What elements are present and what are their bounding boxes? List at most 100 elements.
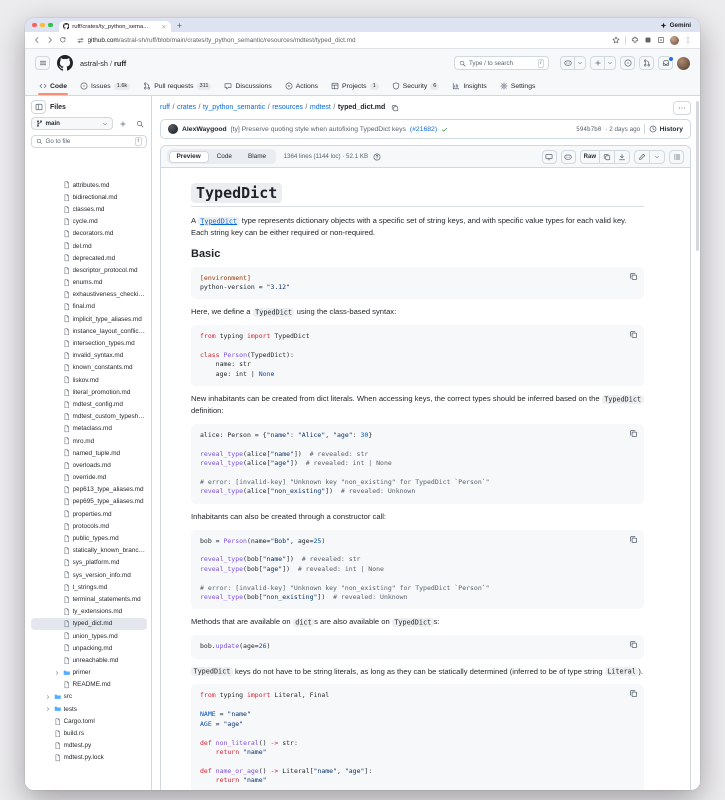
create-new-dropdown[interactable]	[605, 56, 616, 70]
file-tree-item[interactable]: mdtest_config.md	[31, 398, 147, 410]
extension-icon[interactable]	[657, 36, 665, 44]
file-tree-folder[interactable]: src	[31, 691, 147, 703]
forward-button[interactable]	[46, 36, 54, 44]
create-new-button[interactable]	[590, 56, 605, 70]
file-tree-item[interactable]: overloads.md	[31, 459, 147, 471]
file-tree-item[interactable]: literal_promotion.md	[31, 386, 147, 398]
gemini-button[interactable]: Gemini	[660, 22, 691, 29]
your-pull-requests-button[interactable]	[639, 56, 654, 70]
file-tree-item[interactable]: t_strings.md	[31, 581, 147, 593]
add-file-button[interactable]	[116, 117, 130, 130]
display-settings-button[interactable]	[542, 150, 557, 164]
address-bar[interactable]: github.com/astral-sh/ruff/blob/main/crat…	[72, 34, 608, 46]
file-tree-item[interactable]: final.md	[31, 301, 147, 313]
browser-profile-avatar[interactable]	[670, 36, 679, 45]
copy-file-button[interactable]	[600, 150, 615, 164]
search-this-repo-button[interactable]	[133, 117, 147, 130]
browser-menu-icon[interactable]	[684, 36, 692, 44]
file-tree-item[interactable]: pep613_type_aliases.md	[31, 484, 147, 496]
file-tree-item[interactable]: mdtest.py	[31, 740, 147, 752]
file-tree-item[interactable]: mdtest_custom_typeshed.md	[31, 411, 147, 423]
raw-button[interactable]: Raw	[580, 150, 600, 164]
nav-tab-issues[interactable]: Issues1.6k	[74, 77, 136, 95]
tab-close-icon[interactable]	[161, 24, 167, 30]
repo-owner-link[interactable]: astral-sh	[80, 59, 108, 68]
browser-tab[interactable]: ruff/crates/ty_python_sema...	[59, 21, 171, 32]
breadcrumb-link[interactable]: ty_python_semantic	[203, 104, 265, 111]
nav-tab-settings[interactable]: Settings	[494, 77, 542, 95]
outline-button[interactable]	[669, 150, 684, 164]
back-button[interactable]	[33, 36, 41, 44]
extension-icon[interactable]	[644, 36, 652, 44]
repo-name-link[interactable]: ruff	[114, 59, 126, 68]
branch-selector[interactable]: main	[31, 117, 113, 130]
file-tree-item[interactable]: implicit_type_aliases.md	[31, 313, 147, 325]
file-tree-item[interactable]: decorators.md	[31, 228, 147, 240]
file-tree-item[interactable]: protocols.md	[31, 520, 147, 532]
download-button[interactable]	[615, 150, 630, 164]
copy-code-icon[interactable]	[629, 272, 638, 281]
page-scrollbar[interactable]	[694, 96, 700, 790]
commit-message[interactable]: [ty] Preserve quoting style when autofix…	[231, 126, 406, 133]
global-search-input[interactable]: Type / to search /	[454, 56, 549, 70]
file-tree-item[interactable]: metaclass.md	[31, 423, 147, 435]
tab-preview[interactable]: Preview	[169, 151, 209, 163]
history-button[interactable]: History	[649, 125, 683, 133]
file-tree-item[interactable]: ty_extensions.md	[31, 606, 147, 618]
file-tree-item[interactable]: unpacking.md	[31, 642, 147, 654]
scrollbar-thumb[interactable]	[696, 101, 700, 251]
file-tree-item[interactable]: statically_known_branches.md	[31, 545, 147, 557]
go-to-file-input[interactable]: Go to file t	[31, 135, 147, 148]
file-tree-item[interactable]: enums.md	[31, 277, 147, 289]
author-avatar[interactable]	[168, 124, 178, 134]
file-tree-item[interactable]: override.md	[31, 472, 147, 484]
reload-button[interactable]	[59, 36, 67, 44]
new-tab-button[interactable]	[176, 22, 183, 29]
copy-code-icon[interactable]	[629, 535, 638, 544]
bookmark-star-icon[interactable]	[612, 36, 620, 44]
copy-code-icon[interactable]	[629, 689, 638, 698]
copy-code-icon[interactable]	[629, 330, 638, 339]
nav-tab-pull-requests[interactable]: Pull requests311	[137, 77, 217, 95]
file-tree-item[interactable]: union_types.md	[31, 630, 147, 642]
file-tree-folder[interactable]: tests	[31, 703, 147, 715]
breadcrumb-link[interactable]: crates	[177, 104, 196, 111]
commit-author[interactable]: AlexWaygood	[182, 126, 227, 133]
file-tree-item[interactable]: properties.md	[31, 508, 147, 520]
tab-code[interactable]: Code	[209, 151, 240, 163]
file-tree-item[interactable]: intersection_types.md	[31, 337, 147, 349]
nav-tab-discussions[interactable]: Discussions	[218, 77, 277, 95]
file-tree-item[interactable]: Cargo.toml	[31, 715, 147, 727]
file-tree-item-current[interactable]: typed_dict.md	[31, 618, 147, 630]
nav-tab-insights[interactable]: Insights	[446, 77, 492, 95]
open-with-copilot-button[interactable]	[561, 150, 576, 164]
inline-code-link[interactable]: TypedDict	[198, 217, 240, 226]
copy-code-icon[interactable]	[629, 429, 638, 438]
file-tree-item[interactable]: invalid_syntax.md	[31, 350, 147, 362]
breadcrumb-link[interactable]: resources	[272, 104, 303, 111]
file-tree-item[interactable]: del.md	[31, 240, 147, 252]
file-tree-item[interactable]: build.rs	[31, 727, 147, 739]
minimize-window-button[interactable]	[40, 23, 45, 28]
file-tree-item[interactable]: terminal_statements.md	[31, 593, 147, 605]
notifications-inbox-button[interactable]	[658, 56, 673, 70]
site-settings-icon[interactable]	[77, 37, 84, 44]
file-tree-item[interactable]: public_types.md	[31, 532, 147, 544]
maximize-window-button[interactable]	[48, 23, 53, 28]
file-tree-item[interactable]: exhaustiveness_checking.md	[31, 289, 147, 301]
nav-tab-code[interactable]: Code	[33, 77, 73, 95]
copy-code-icon[interactable]	[629, 640, 638, 649]
file-info-icon[interactable]	[373, 153, 381, 161]
nav-tab-actions[interactable]: Actions	[279, 77, 324, 95]
file-tree-item[interactable]: mdtest.py.lock	[31, 752, 147, 764]
close-window-button[interactable]	[32, 23, 37, 28]
user-avatar[interactable]	[677, 57, 690, 70]
file-tree-item[interactable]: descriptor_protocol.md	[31, 264, 147, 276]
edit-dropdown-button[interactable]	[650, 150, 665, 164]
collapse-file-tree-button[interactable]	[31, 100, 46, 114]
commit-pr-link[interactable]: (#21682)	[410, 126, 437, 133]
nav-tab-projects[interactable]: Projects1	[325, 77, 385, 95]
breadcrumb-link[interactable]: mdtest	[310, 104, 331, 111]
breadcrumb-link[interactable]: ruff	[160, 104, 170, 111]
file-tree-item[interactable]: cycle.md	[31, 216, 147, 228]
